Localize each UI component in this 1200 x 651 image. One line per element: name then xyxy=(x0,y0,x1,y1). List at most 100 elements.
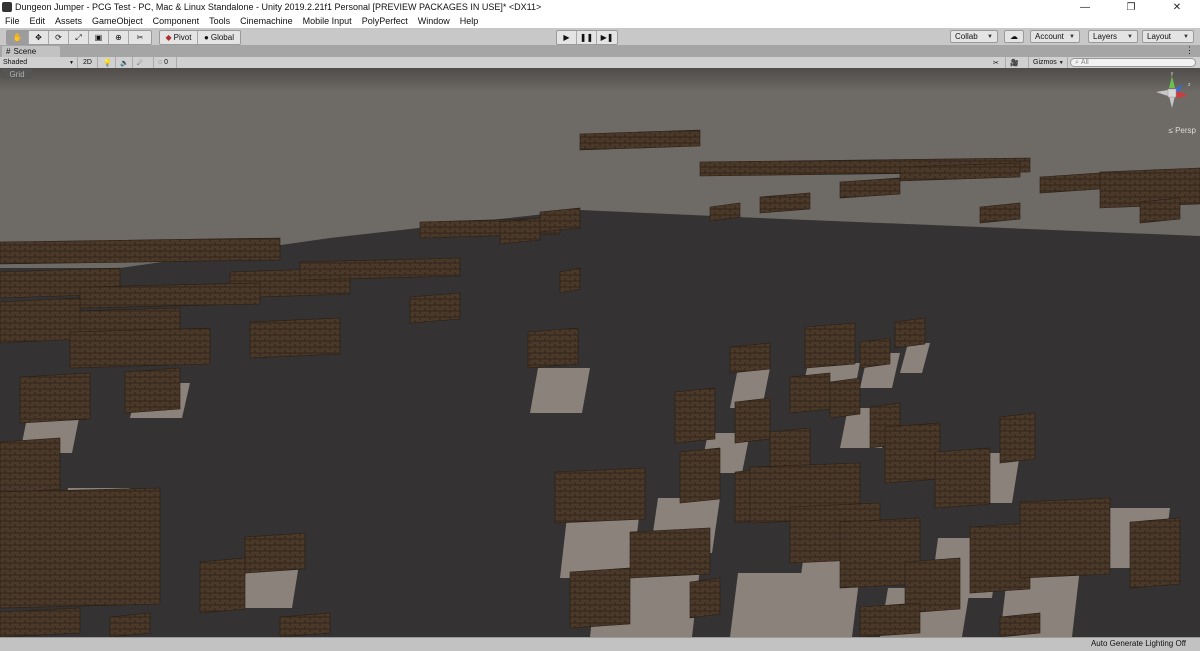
gizmos-dropdown[interactable]: Gizmos ▼ xyxy=(1030,57,1068,68)
menu-polyperfect[interactable]: PolyPerfect xyxy=(357,16,413,26)
layers-label: Layers xyxy=(1093,32,1118,41)
2d-toggle[interactable]: 2D xyxy=(80,57,98,68)
brick-wall xyxy=(729,342,771,374)
shading-mode-label: Shaded xyxy=(3,59,28,66)
custom-tool-icon[interactable]: ✂ xyxy=(129,31,151,44)
window-title: Dungeon Jumper - PCG Test - PC, Mac & Li… xyxy=(15,2,542,12)
transform-tools: ✋ ✥ ⟳ ⤢ ▣ ⊕ ✂ xyxy=(6,30,152,45)
window-controls: — ❐ ✕ xyxy=(1062,0,1200,14)
account-dropdown[interactable]: Account ▼ xyxy=(1030,30,1080,43)
svg-text:z: z xyxy=(1188,82,1191,88)
pause-icon[interactable]: ❚❚ xyxy=(577,31,597,44)
brick-wall xyxy=(0,607,81,637)
menu-help[interactable]: Help xyxy=(455,16,484,26)
pivot-label: Pivot xyxy=(173,33,192,42)
global-label: Global xyxy=(210,33,234,42)
brick-wall xyxy=(804,322,856,369)
effects-icon[interactable]: ☄ xyxy=(134,57,154,68)
brick-wall xyxy=(244,532,306,574)
menu-file[interactable]: File xyxy=(0,16,25,26)
brick-wall xyxy=(1019,497,1111,579)
brick-wall xyxy=(527,327,579,369)
cloud-icon: ☁ xyxy=(1010,32,1018,41)
audio-icon[interactable]: 🔈 xyxy=(117,57,133,68)
brick-wall xyxy=(689,577,721,619)
menu-gameobject[interactable]: GameObject xyxy=(87,16,148,26)
minimize-icon[interactable]: — xyxy=(1062,0,1108,14)
brick-wall xyxy=(69,327,211,369)
status-bar: Auto Generate Lighting Off xyxy=(0,637,1200,651)
scene-search-input[interactable]: ⌕ All xyxy=(1070,58,1196,67)
menu-assets[interactable]: Assets xyxy=(50,16,87,26)
search-placeholder: All xyxy=(1080,59,1089,66)
grid-toggle-button[interactable]: Grid xyxy=(2,69,32,79)
hand-tool-icon[interactable]: ✋ xyxy=(7,31,29,44)
play-icon[interactable]: ▶ xyxy=(557,31,577,44)
layout-dropdown[interactable]: Layout ▼ xyxy=(1142,30,1194,43)
title-bar: Dungeon Jumper - PCG Test - PC, Mac & Li… xyxy=(0,0,1200,14)
lighting-status: Auto Generate Lighting Off xyxy=(1090,639,1186,648)
main-toolbar: ✋ ✥ ⟳ ⤢ ▣ ⊕ ✂ ◆ Pivot ● Global ▶ ❚❚ ▶❚ C… xyxy=(0,28,1200,45)
brick-wall xyxy=(499,217,541,245)
menu-window[interactable]: Window xyxy=(413,16,455,26)
menu-edit[interactable]: Edit xyxy=(25,16,51,26)
brick-wall xyxy=(409,292,461,324)
projection-label[interactable]: ≤ Persp xyxy=(1168,126,1196,135)
menu-component[interactable]: Component xyxy=(148,16,205,26)
unity-logo-icon xyxy=(2,2,12,12)
brick-wall xyxy=(1129,517,1181,589)
brick-wall xyxy=(999,412,1036,464)
brick-wall xyxy=(249,317,341,359)
globe-icon: ● xyxy=(204,33,209,42)
light-icon[interactable]: 💡 xyxy=(100,57,116,68)
menu-mobile-input[interactable]: Mobile Input xyxy=(298,16,357,26)
persp-text: Persp xyxy=(1175,126,1196,135)
brick-wall xyxy=(0,297,81,344)
close-icon[interactable]: ✕ xyxy=(1154,0,1200,14)
cloud-button[interactable]: ☁ xyxy=(1004,30,1024,43)
brick-wall xyxy=(299,257,461,281)
brick-wall xyxy=(894,317,926,349)
brick-wall xyxy=(0,437,61,494)
scene-viewport[interactable]: Grid y z ≤ Persp xyxy=(0,68,1200,637)
scale-tool-icon[interactable]: ⤢ xyxy=(69,31,89,44)
kebab-menu-icon[interactable]: ⋮ xyxy=(1185,45,1194,56)
brick-wall xyxy=(859,337,891,369)
rect-tool-icon[interactable]: ▣ xyxy=(89,31,109,44)
global-button[interactable]: ● Global xyxy=(198,31,240,44)
brick-wall xyxy=(559,267,581,294)
brick-wall xyxy=(279,612,331,637)
brick-wall xyxy=(539,207,581,233)
move-tool-icon[interactable]: ✥ xyxy=(29,31,49,44)
playmode-controls: ▶ ❚❚ ▶❚ xyxy=(556,30,618,45)
hidden-count: 0 xyxy=(164,59,169,66)
pivot-icon: ◆ xyxy=(165,33,172,42)
tab-scene[interactable]: # Scene xyxy=(2,46,60,57)
rotate-tool-icon[interactable]: ⟳ xyxy=(49,31,69,44)
layout-label: Layout xyxy=(1147,32,1172,41)
brick-wall xyxy=(674,387,716,444)
transform-tool-icon[interactable]: ⊕ xyxy=(109,31,129,44)
hidden-objects-toggle[interactable]: ◌ 0 xyxy=(155,57,177,68)
pivot-button[interactable]: ◆ Pivot xyxy=(160,31,198,44)
layers-dropdown[interactable]: Layers ▼ xyxy=(1088,30,1138,43)
chevron-down-icon: ▼ xyxy=(69,59,74,66)
svg-text:y: y xyxy=(1171,72,1174,77)
menu-cinemachine[interactable]: Cinemachine xyxy=(235,16,298,26)
pivot-global-group: ◆ Pivot ● Global xyxy=(159,30,241,45)
shading-mode-dropdown[interactable]: Shaded ▼ xyxy=(0,57,78,68)
search-icon: ⌕ xyxy=(1075,58,1079,66)
brick-wall xyxy=(859,602,921,637)
tools-icon[interactable]: ✂ xyxy=(990,57,1006,68)
step-icon[interactable]: ▶❚ xyxy=(597,31,617,44)
scene-tab-label: Scene xyxy=(13,47,37,56)
orientation-gizmo-icon[interactable]: y z xyxy=(1152,72,1192,116)
menu-tools[interactable]: Tools xyxy=(204,16,235,26)
brick-wall xyxy=(789,372,831,414)
collab-dropdown[interactable]: Collab ▼ xyxy=(950,30,998,43)
chevron-down-icon: ▼ xyxy=(1183,33,1189,40)
restore-icon[interactable]: ❐ xyxy=(1108,0,1154,14)
brick-wall xyxy=(79,282,261,309)
gizmos-label: Gizmos xyxy=(1033,59,1057,66)
camera-settings-icon[interactable]: 🎥 xyxy=(1007,57,1029,68)
